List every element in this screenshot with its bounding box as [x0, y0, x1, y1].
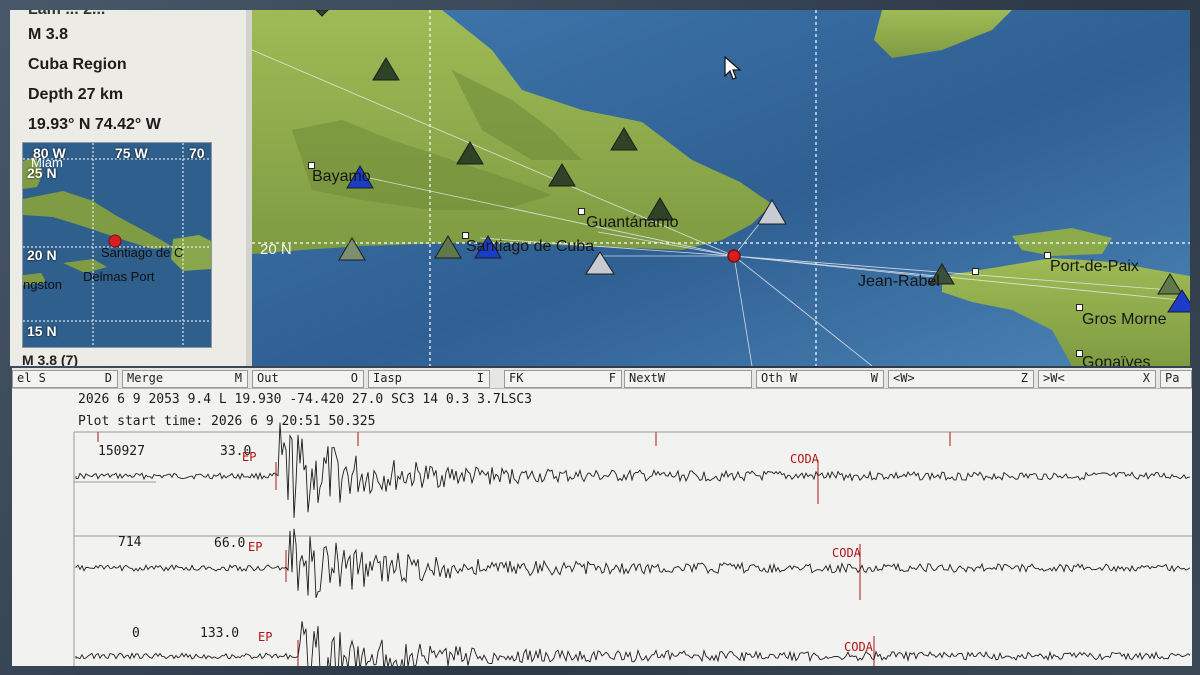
trace-1-station-id: 150927: [98, 444, 145, 459]
city-marker: [1076, 304, 1083, 311]
mini-city-santiago: Santiago de C: [101, 245, 184, 260]
trace-2-distance: 66.0: [214, 536, 246, 551]
trace-canvas[interactable]: [12, 368, 1192, 666]
lon-label-75w: 75 W: [115, 145, 148, 161]
lon-label-70w: 70: [189, 145, 205, 161]
map-terrain: [252, 10, 1190, 366]
epicenter-marker[interactable]: [727, 249, 741, 263]
trace-3-p-pick-label: EP: [258, 630, 273, 644]
city-label-port-de-paix: Port-de-Paix: [1050, 258, 1139, 275]
trace-3-coda-label: CODA: [844, 640, 873, 654]
trace-2-coda-label: CODA: [832, 546, 861, 560]
lat-label-25n: 25 N: [27, 165, 57, 181]
trace-waveform-1: [75, 422, 1191, 518]
lat-label-20n: 20 N: [27, 247, 57, 263]
city-label-jean-rabel: Jean-Rabel: [858, 273, 940, 290]
city-label-bayamo: Bayamo: [312, 168, 371, 185]
mini-city-delmas: Delmas Port: [83, 269, 155, 284]
mini-city-kingston: ngston: [23, 277, 63, 292]
city-label-santiago: Santiago de Cuba: [466, 238, 595, 255]
event-region: Cuba Region: [28, 56, 127, 73]
mouse-cursor-icon: [724, 56, 742, 80]
event-map[interactable]: 20 N Bayamo Guantánamo Santiago de Cuba …: [252, 10, 1190, 366]
city-label-gros-morne: Gros Morne: [1082, 311, 1167, 328]
trace-waveform-3: [75, 621, 1191, 666]
trace-1-coda-label: CODA: [790, 452, 819, 466]
seismogram-viewer: el S D Merge M Out O Iasp I FK F NextW O…: [12, 368, 1192, 666]
event-coordinates: 19.93° N 74.42° W: [28, 116, 161, 133]
event-map-view: Lam ... 2... M 3.8 Cuba Region Depth 27 …: [10, 10, 1190, 366]
event-depth: Depth 27 km: [28, 86, 124, 103]
overview-map[interactable]: 80 W 75 W 70 Miam 25 N 20 N 15 N Santiag…: [22, 142, 212, 348]
trace-3-distance: 133.0: [200, 626, 240, 641]
trace-3-station-id: 0: [132, 626, 140, 641]
event-magnitude: M 3.8: [28, 26, 69, 43]
lat-label-15n: 15 N: [27, 323, 57, 339]
city-marker: [578, 208, 585, 215]
trace-1-p-pick-label: EP: [242, 450, 257, 464]
magnitude-summary: M 3.8 (7): [22, 352, 79, 366]
event-info-panel: Lam ... 2... M 3.8 Cuba Region Depth 27 …: [10, 10, 252, 366]
lat-label-20n: 20 N: [260, 241, 292, 258]
trace-2-p-pick-label: EP: [248, 540, 263, 554]
city-label-gonaives: Gonaïves: [1082, 354, 1151, 366]
trace-2-station-id: 714: [118, 535, 142, 550]
event-origin-label: Lam ... 2...: [28, 10, 105, 19]
city-label-guantanamo: Guantánamo: [586, 214, 679, 231]
city-marker: [972, 268, 979, 275]
